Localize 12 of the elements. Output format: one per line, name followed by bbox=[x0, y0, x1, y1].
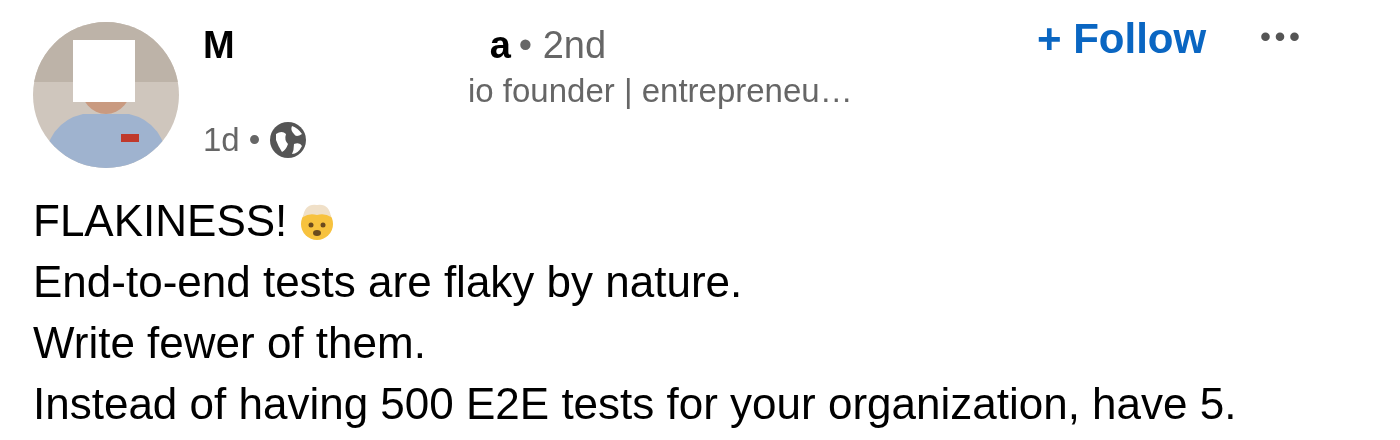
author-name[interactable]: M bbox=[203, 22, 235, 68]
post-text: Write fewer of them. bbox=[33, 317, 426, 369]
author-name[interactable]: a bbox=[489, 22, 511, 68]
more-button[interactable]: ••• bbox=[1256, 12, 1308, 62]
connection-degree: • 2nd bbox=[518, 23, 607, 68]
post-text: Instead of having 500 E2E tests for your organization, have 5. bbox=[33, 378, 1237, 430]
author-headline: io founder | entrepreneu… bbox=[468, 71, 854, 111]
post-text: End-to-end tests are flaky by nature. bbox=[33, 256, 743, 308]
globe-icon bbox=[268, 120, 309, 160]
post-text: FLAKINESS! bbox=[33, 195, 288, 247]
post-time: 1d • bbox=[203, 120, 261, 160]
follow-button[interactable]: + Follow bbox=[1033, 14, 1211, 64]
